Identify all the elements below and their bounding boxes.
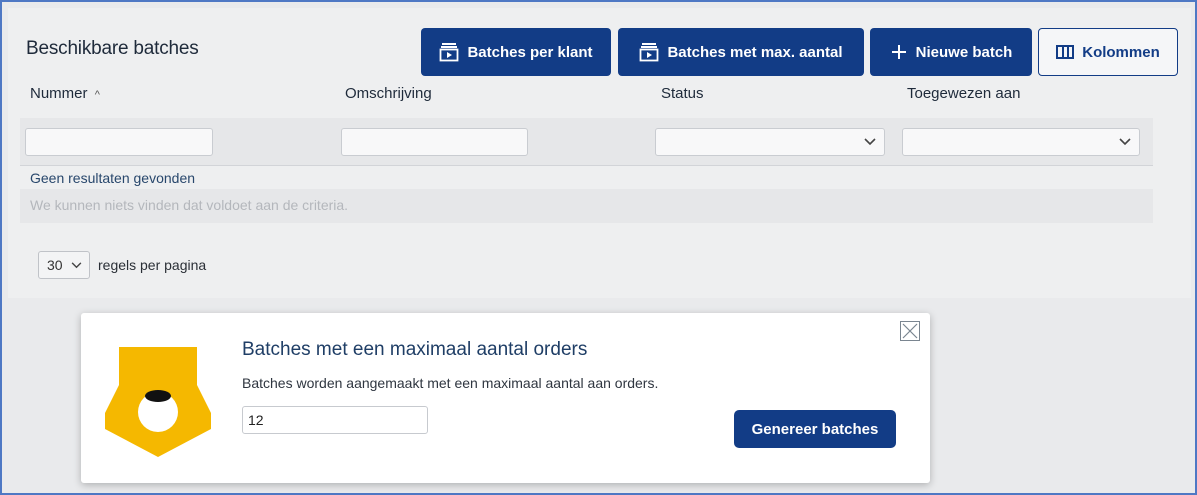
column-header-status[interactable]: Status xyxy=(661,85,704,102)
app-frame: Beschikbare batches Batches per klant Ba… xyxy=(0,0,1197,495)
batches-per-klant-label: Batches per klant xyxy=(467,43,593,61)
batches-per-klant-button[interactable]: Batches per klant xyxy=(421,28,611,76)
per-page-value: 30 xyxy=(47,257,63,273)
max-orders-input[interactable] xyxy=(242,406,428,434)
omschrijving-filter-input[interactable] xyxy=(341,128,528,156)
nummer-filter-input[interactable] xyxy=(25,128,213,156)
per-page-select[interactable]: 30 xyxy=(38,251,90,279)
per-page-label: regels per pagina xyxy=(98,257,207,273)
column-header-omschrijving[interactable]: Omschrijving xyxy=(345,85,432,102)
columns-icon xyxy=(1056,45,1075,59)
empty-state-title: Geen resultaten gevonden xyxy=(30,170,196,186)
dialog-title: Batches met een maximaal aantal orders xyxy=(242,339,588,360)
chevron-down-icon xyxy=(71,261,81,268)
batches-max-aantal-button[interactable]: Batches met max. aantal xyxy=(618,28,864,76)
batches-panel: Beschikbare batches Batches per klant Ba… xyxy=(8,8,1191,298)
batches-max-aantal-label: Batches met max. aantal xyxy=(667,43,843,61)
genereer-batches-button[interactable]: Genereer batches xyxy=(734,410,896,448)
dialog-description: Batches worden aangemaakt met een maxima… xyxy=(242,375,659,391)
chevron-down-icon xyxy=(864,138,876,146)
nieuwe-batch-button[interactable]: Nieuwe batch xyxy=(870,28,1032,76)
brand-logo xyxy=(105,347,211,457)
column-label: Nummer xyxy=(30,85,88,102)
kolommen-label: Kolommen xyxy=(1082,43,1160,61)
max-orders-dialog: Batches met een maximaal aantal orders B… xyxy=(81,313,930,483)
toegewezen-filter-select[interactable] xyxy=(902,128,1140,156)
plus-icon xyxy=(891,45,906,59)
play-stack-icon xyxy=(640,43,659,62)
nieuwe-batch-label: Nieuwe batch xyxy=(915,43,1013,61)
kolommen-button[interactable]: Kolommen xyxy=(1038,28,1178,76)
status-filter-select[interactable] xyxy=(655,128,885,156)
panel-title: Beschikbare batches xyxy=(26,38,199,59)
close-icon[interactable] xyxy=(900,321,920,341)
chevron-down-icon xyxy=(1119,138,1131,146)
sort-ascending-icon: ^ xyxy=(94,89,100,101)
play-stack-icon xyxy=(440,43,459,62)
empty-state-text: We kunnen niets vinden dat voldoet aan d… xyxy=(30,197,349,213)
column-header-nummer[interactable]: Nummer ^ xyxy=(30,85,100,102)
column-header-toegewezen[interactable]: Toegewezen aan xyxy=(907,85,1020,102)
